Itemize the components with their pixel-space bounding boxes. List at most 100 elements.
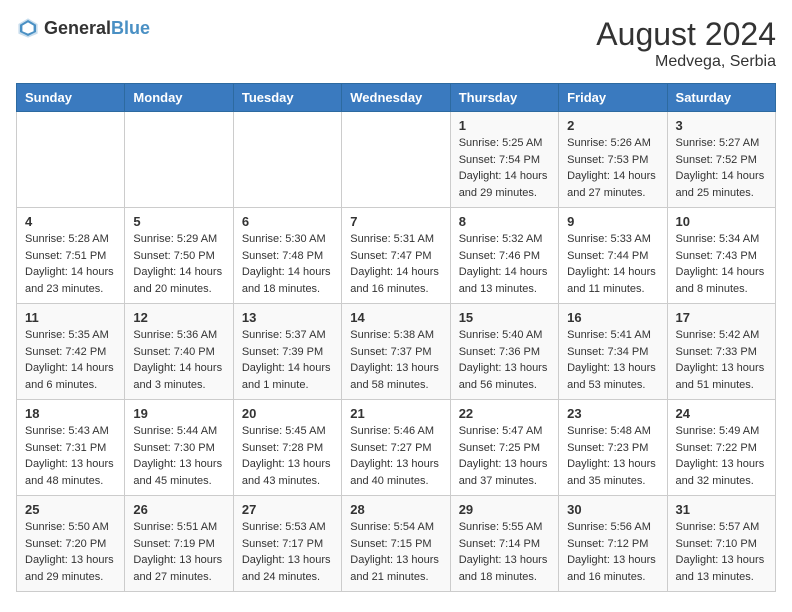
day-header-saturday: Saturday bbox=[667, 84, 775, 112]
day-number: 5 bbox=[133, 214, 224, 229]
title-block: August 2024 Medvega, Serbia bbox=[596, 16, 776, 71]
calendar-cell: 2 Sunrise: 5:26 AMSunset: 7:53 PMDaylight… bbox=[559, 112, 667, 208]
cell-content: Sunrise: 5:49 AMSunset: 7:22 PMDaylight:… bbox=[676, 423, 767, 489]
calendar-cell: 12 Sunrise: 5:36 AMSunset: 7:40 PMDayligh… bbox=[125, 304, 233, 400]
day-number: 24 bbox=[676, 406, 767, 421]
cell-content: Sunrise: 5:36 AMSunset: 7:40 PMDaylight:… bbox=[133, 327, 224, 393]
cell-content: Sunrise: 5:31 AMSunset: 7:47 PMDaylight:… bbox=[350, 231, 441, 297]
day-number: 11 bbox=[25, 310, 116, 325]
calendar-cell bbox=[125, 112, 233, 208]
cell-content: Sunrise: 5:35 AMSunset: 7:42 PMDaylight:… bbox=[25, 327, 116, 393]
calendar-cell: 17 Sunrise: 5:42 AMSunset: 7:33 PMDayligh… bbox=[667, 304, 775, 400]
logo-icon bbox=[16, 16, 40, 40]
cell-content: Sunrise: 5:28 AMSunset: 7:51 PMDaylight:… bbox=[25, 231, 116, 297]
cell-content: Sunrise: 5:34 AMSunset: 7:43 PMDaylight:… bbox=[676, 231, 767, 297]
calendar-header-row: SundayMondayTuesdayWednesdayThursdayFrid… bbox=[17, 84, 776, 112]
cell-content: Sunrise: 5:54 AMSunset: 7:15 PMDaylight:… bbox=[350, 519, 441, 585]
calendar-cell: 11 Sunrise: 5:35 AMSunset: 7:42 PMDayligh… bbox=[17, 304, 125, 400]
cell-content: Sunrise: 5:30 AMSunset: 7:48 PMDaylight:… bbox=[242, 231, 333, 297]
calendar: SundayMondayTuesdayWednesdayThursdayFrid… bbox=[16, 83, 776, 592]
calendar-cell: 27 Sunrise: 5:53 AMSunset: 7:17 PMDayligh… bbox=[233, 496, 341, 592]
cell-content: Sunrise: 5:25 AMSunset: 7:54 PMDaylight:… bbox=[459, 135, 550, 201]
cell-content: Sunrise: 5:33 AMSunset: 7:44 PMDaylight:… bbox=[567, 231, 658, 297]
month-year: August 2024 bbox=[596, 16, 776, 53]
day-number: 29 bbox=[459, 502, 550, 517]
calendar-cell: 4Sunrise: 5:28 AMSunset: 7:51 PMDaylight… bbox=[17, 208, 125, 304]
cell-content: Sunrise: 5:29 AMSunset: 7:50 PMDaylight:… bbox=[133, 231, 224, 297]
calendar-cell: 13 Sunrise: 5:37 AMSunset: 7:39 PMDayligh… bbox=[233, 304, 341, 400]
cell-content: Sunrise: 5:37 AMSunset: 7:39 PMDaylight:… bbox=[242, 327, 333, 393]
day-number: 13 bbox=[242, 310, 333, 325]
calendar-cell bbox=[17, 112, 125, 208]
logo-text: GeneralBlue bbox=[44, 18, 150, 39]
calendar-cell: 14 Sunrise: 5:38 AMSunset: 7:37 PMDayligh… bbox=[342, 304, 450, 400]
calendar-cell: 26 Sunrise: 5:51 AMSunset: 7:19 PMDayligh… bbox=[125, 496, 233, 592]
cell-content: Sunrise: 5:53 AMSunset: 7:17 PMDaylight:… bbox=[242, 519, 333, 585]
day-header-friday: Friday bbox=[559, 84, 667, 112]
day-number: 2 bbox=[567, 118, 658, 133]
day-number: 31 bbox=[676, 502, 767, 517]
day-number: 14 bbox=[350, 310, 441, 325]
day-header-sunday: Sunday bbox=[17, 84, 125, 112]
cell-content: Sunrise: 5:32 AMSunset: 7:46 PMDaylight:… bbox=[459, 231, 550, 297]
calendar-cell: 6 Sunrise: 5:30 AMSunset: 7:48 PMDaylight… bbox=[233, 208, 341, 304]
cell-content: Sunrise: 5:41 AMSunset: 7:34 PMDaylight:… bbox=[567, 327, 658, 393]
day-number: 17 bbox=[676, 310, 767, 325]
calendar-cell: 7 Sunrise: 5:31 AMSunset: 7:47 PMDaylight… bbox=[342, 208, 450, 304]
calendar-cell: 5 Sunrise: 5:29 AMSunset: 7:50 PMDaylight… bbox=[125, 208, 233, 304]
day-number: 19 bbox=[133, 406, 224, 421]
calendar-cell bbox=[233, 112, 341, 208]
calendar-week-3: 11 Sunrise: 5:35 AMSunset: 7:42 PMDayligh… bbox=[17, 304, 776, 400]
day-number: 26 bbox=[133, 502, 224, 517]
calendar-cell: 8 Sunrise: 5:32 AMSunset: 7:46 PMDaylight… bbox=[450, 208, 558, 304]
calendar-cell: 9 Sunrise: 5:33 AMSunset: 7:44 PMDaylight… bbox=[559, 208, 667, 304]
calendar-cell: 25Sunrise: 5:50 AMSunset: 7:20 PMDayligh… bbox=[17, 496, 125, 592]
calendar-cell: 18 Sunrise: 5:43 AMSunset: 7:31 PMDayligh… bbox=[17, 400, 125, 496]
day-number: 28 bbox=[350, 502, 441, 517]
logo-general: General bbox=[44, 18, 111, 38]
calendar-cell: 15Sunrise: 5:40 AMSunset: 7:36 PMDayligh… bbox=[450, 304, 558, 400]
day-number: 6 bbox=[242, 214, 333, 229]
day-number: 3 bbox=[676, 118, 767, 133]
cell-content: Sunrise: 5:42 AMSunset: 7:33 PMDaylight:… bbox=[676, 327, 767, 393]
day-number: 21 bbox=[350, 406, 441, 421]
calendar-week-4: 18 Sunrise: 5:43 AMSunset: 7:31 PMDayligh… bbox=[17, 400, 776, 496]
cell-content: Sunrise: 5:27 AMSunset: 7:52 PMDaylight:… bbox=[676, 135, 767, 201]
day-number: 8 bbox=[459, 214, 550, 229]
calendar-cell: 3 Sunrise: 5:27 AMSunset: 7:52 PMDaylight… bbox=[667, 112, 775, 208]
calendar-cell: 24 Sunrise: 5:49 AMSunset: 7:22 PMDayligh… bbox=[667, 400, 775, 496]
day-number: 9 bbox=[567, 214, 658, 229]
day-number: 20 bbox=[242, 406, 333, 421]
page-header: GeneralBlue August 2024 Medvega, Serbia bbox=[16, 16, 776, 71]
calendar-cell: 1Sunrise: 5:25 AMSunset: 7:54 PMDaylight… bbox=[450, 112, 558, 208]
calendar-cell bbox=[342, 112, 450, 208]
calendar-cell: 22Sunrise: 5:47 AMSunset: 7:25 PMDayligh… bbox=[450, 400, 558, 496]
cell-content: Sunrise: 5:57 AMSunset: 7:10 PMDaylight:… bbox=[676, 519, 767, 585]
cell-content: Sunrise: 5:45 AMSunset: 7:28 PMDaylight:… bbox=[242, 423, 333, 489]
calendar-cell: 23Sunrise: 5:48 AMSunset: 7:23 PMDayligh… bbox=[559, 400, 667, 496]
day-number: 15 bbox=[459, 310, 550, 325]
day-number: 12 bbox=[133, 310, 224, 325]
location: Medvega, Serbia bbox=[596, 53, 776, 71]
cell-content: Sunrise: 5:56 AMSunset: 7:12 PMDaylight:… bbox=[567, 519, 658, 585]
cell-content: Sunrise: 5:46 AMSunset: 7:27 PMDaylight:… bbox=[350, 423, 441, 489]
day-header-wednesday: Wednesday bbox=[342, 84, 450, 112]
calendar-cell: 29Sunrise: 5:55 AMSunset: 7:14 PMDayligh… bbox=[450, 496, 558, 592]
day-number: 18 bbox=[25, 406, 116, 421]
calendar-week-1: 1Sunrise: 5:25 AMSunset: 7:54 PMDaylight… bbox=[17, 112, 776, 208]
day-header-monday: Monday bbox=[125, 84, 233, 112]
calendar-week-5: 25Sunrise: 5:50 AMSunset: 7:20 PMDayligh… bbox=[17, 496, 776, 592]
day-header-tuesday: Tuesday bbox=[233, 84, 341, 112]
cell-content: Sunrise: 5:43 AMSunset: 7:31 PMDaylight:… bbox=[25, 423, 116, 489]
cell-content: Sunrise: 5:47 AMSunset: 7:25 PMDaylight:… bbox=[459, 423, 550, 489]
calendar-cell: 20 Sunrise: 5:45 AMSunset: 7:28 PMDayligh… bbox=[233, 400, 341, 496]
day-number: 7 bbox=[350, 214, 441, 229]
cell-content: Sunrise: 5:51 AMSunset: 7:19 PMDaylight:… bbox=[133, 519, 224, 585]
day-number: 27 bbox=[242, 502, 333, 517]
day-number: 10 bbox=[676, 214, 767, 229]
calendar-cell: 31 Sunrise: 5:57 AMSunset: 7:10 PMDayligh… bbox=[667, 496, 775, 592]
day-number: 16 bbox=[567, 310, 658, 325]
cell-content: Sunrise: 5:38 AMSunset: 7:37 PMDaylight:… bbox=[350, 327, 441, 393]
logo-blue: Blue bbox=[111, 18, 150, 38]
cell-content: Sunrise: 5:26 AMSunset: 7:53 PMDaylight:… bbox=[567, 135, 658, 201]
